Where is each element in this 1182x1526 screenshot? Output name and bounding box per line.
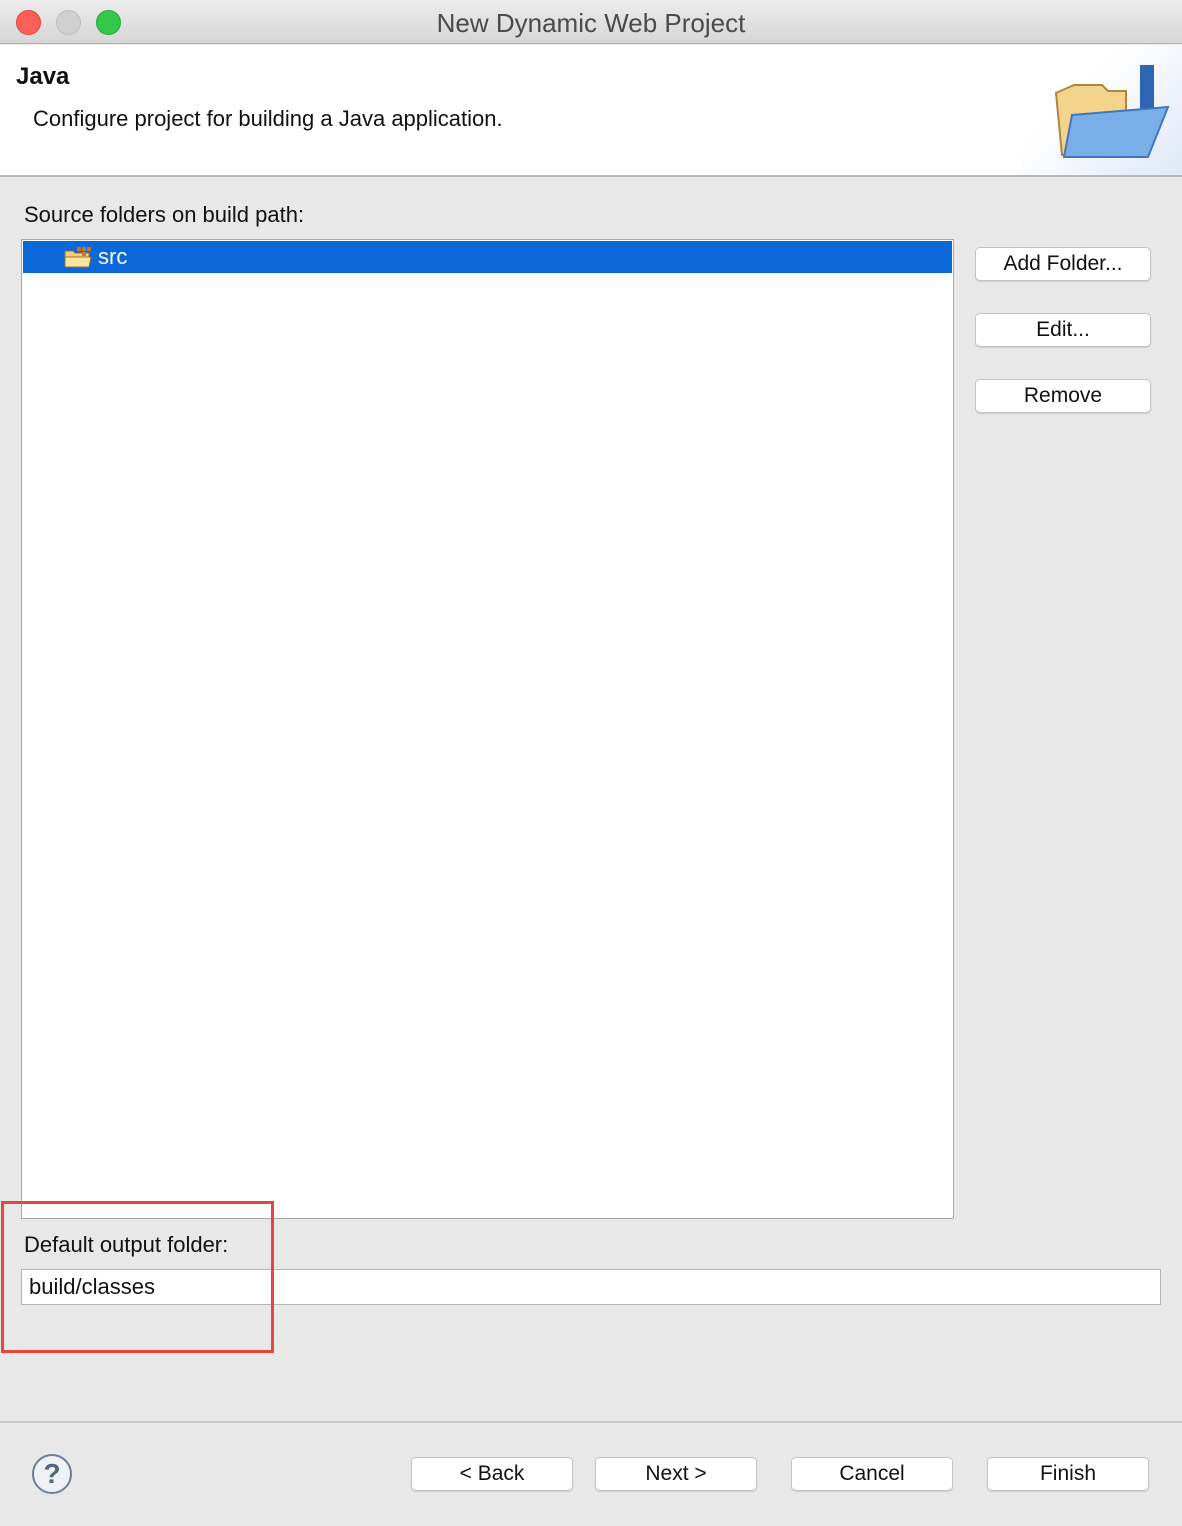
tree-item-label: src (98, 244, 128, 269)
wizard-header: Java Configure project for building a Ja… (0, 45, 1182, 177)
tree-item-src[interactable]: src (23, 241, 952, 273)
footer-divider (0, 1421, 1182, 1423)
back-button[interactable]: < Back (411, 1457, 573, 1491)
help-icon[interactable]: ? (32, 1454, 72, 1494)
edit-button[interactable]: Edit... (975, 313, 1151, 347)
java-folder-icon (1054, 65, 1170, 158)
remove-button[interactable]: Remove (975, 379, 1151, 413)
output-folder-label: Default output folder: (24, 1232, 229, 1257)
package-folder-icon (64, 247, 92, 268)
source-folders-label: Source folders on build path: (24, 202, 305, 227)
source-folders-tree[interactable]: src (21, 239, 954, 1219)
page-description: Configure project for building a Java ap… (33, 106, 503, 131)
window-title: New Dynamic Web Project (436, 8, 746, 38)
output-folder-field[interactable]: build/classes (21, 1269, 1161, 1305)
page-title: Java (16, 63, 70, 90)
next-button[interactable]: Next > (595, 1457, 757, 1491)
header-art (1022, 45, 1182, 175)
add-folder-button[interactable]: Add Folder... (975, 247, 1151, 281)
cancel-button[interactable]: Cancel (791, 1457, 953, 1491)
finish-button[interactable]: Finish (987, 1457, 1149, 1491)
title-bar: New Dynamic Web Project (0, 0, 1182, 44)
